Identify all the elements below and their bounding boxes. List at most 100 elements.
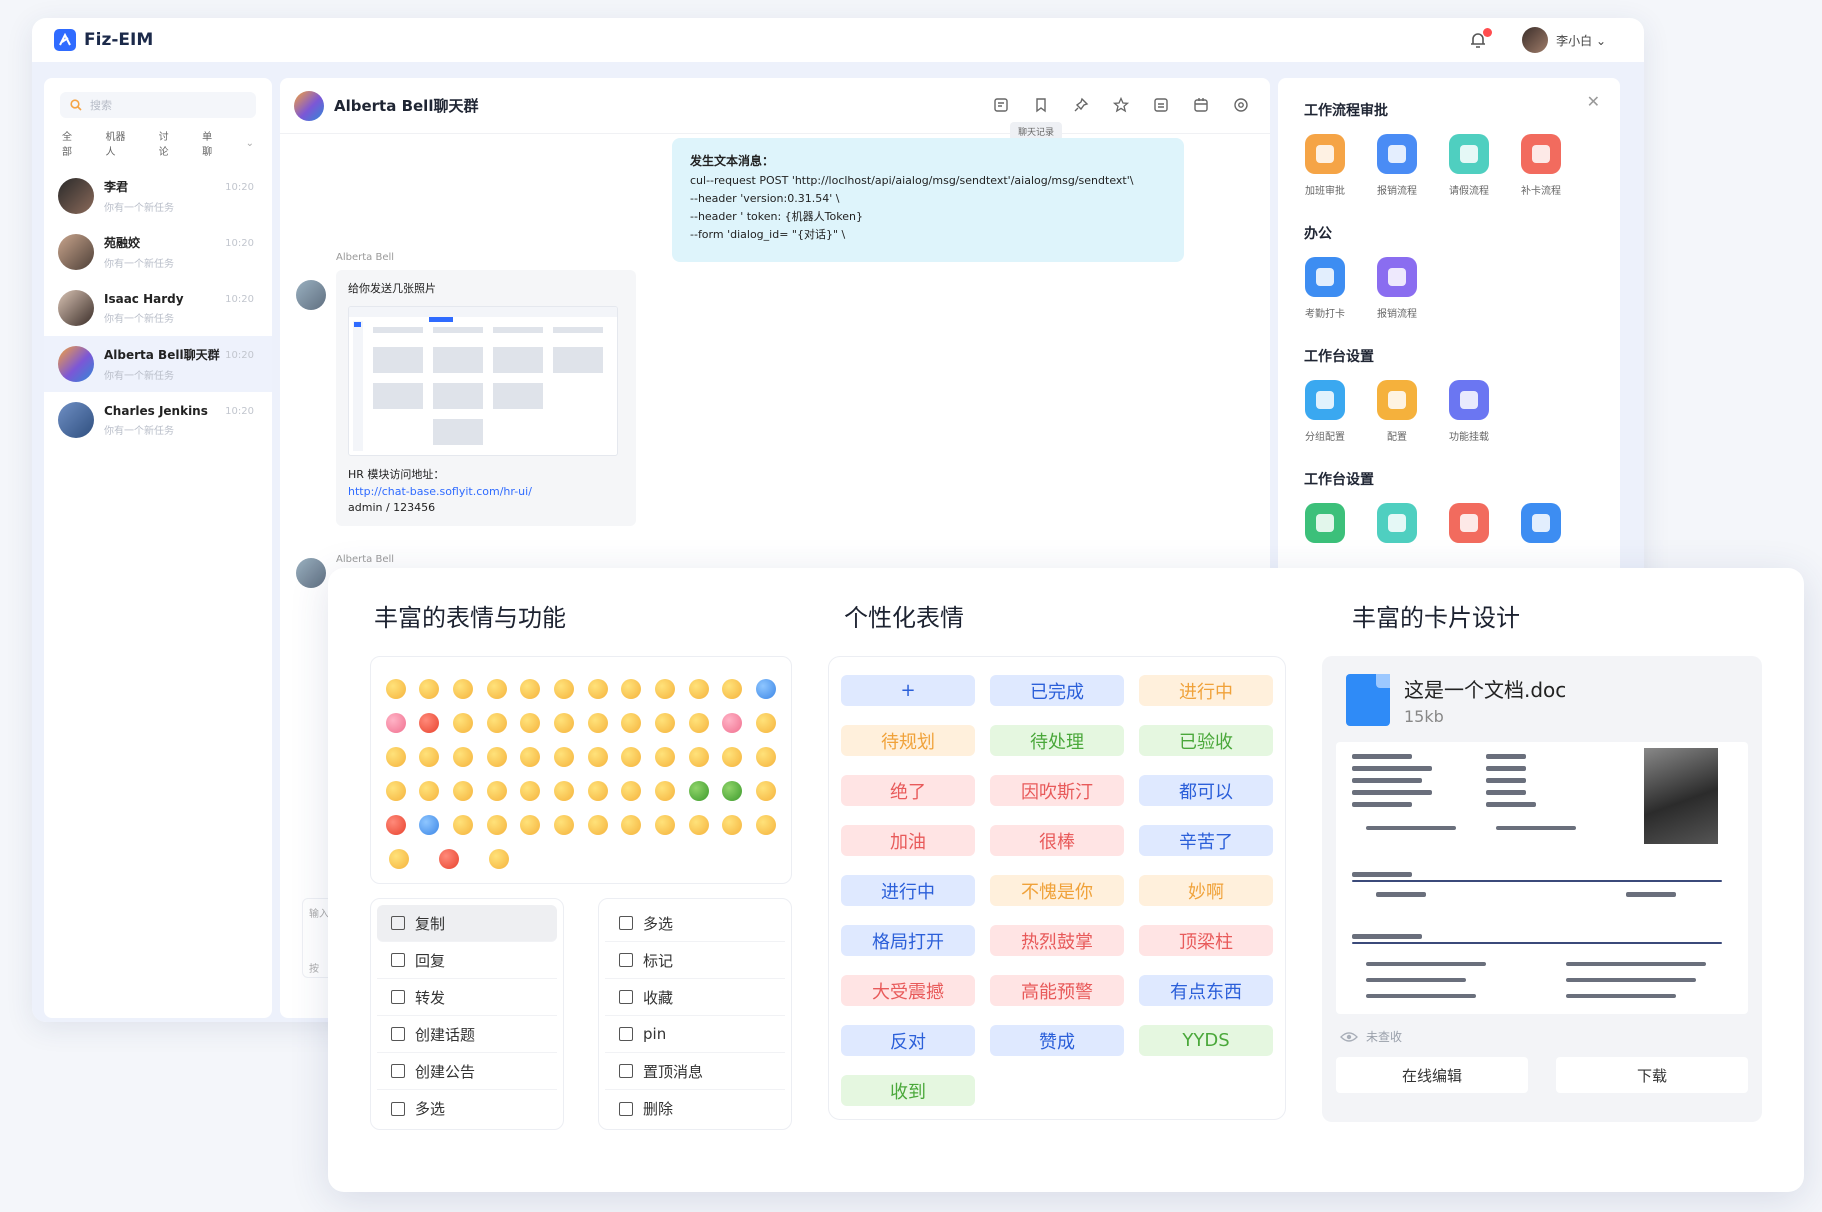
emoji[interactable]: [587, 815, 608, 835]
emoji[interactable]: [554, 679, 575, 699]
app-tile[interactable]: 请假流程: [1448, 134, 1490, 197]
menu-item-multiselect[interactable]: 多选: [377, 1090, 557, 1127]
notes-icon[interactable]: [1152, 96, 1170, 114]
reaction-tag[interactable]: 顶梁柱: [1139, 925, 1273, 956]
conversation-item-active[interactable]: Alberta Bell聊天群 你有一个新任务 10:20: [44, 336, 272, 392]
emoji[interactable]: [655, 815, 676, 835]
emoji[interactable]: [722, 713, 743, 733]
notification-bell-icon[interactable]: [1468, 28, 1493, 50]
app-tile[interactable]: 考勤打卡: [1304, 257, 1346, 320]
menu-item-reply[interactable]: 回复: [377, 942, 557, 979]
emoji[interactable]: [722, 781, 743, 801]
settings-icon[interactable]: [1232, 96, 1250, 114]
user-menu[interactable]: 李小白 ⌄: [1522, 27, 1606, 53]
emoji[interactable]: [621, 713, 642, 733]
reaction-tag[interactable]: 反对: [841, 1025, 975, 1056]
emoji[interactable]: [453, 713, 474, 733]
app-tile[interactable]: 配置: [1376, 380, 1418, 443]
bookmark-icon[interactable]: [1032, 96, 1050, 114]
emoji[interactable]: [520, 747, 541, 767]
search-input[interactable]: 搜索: [60, 92, 256, 118]
emoji[interactable]: [756, 747, 777, 767]
reaction-tag[interactable]: 待处理: [990, 725, 1124, 756]
app-tile[interactable]: 补卡流程: [1520, 134, 1562, 197]
emoji[interactable]: [419, 781, 440, 801]
emoji[interactable]: [655, 713, 676, 733]
emoji[interactable]: [419, 679, 440, 699]
reaction-tag[interactable]: 加油: [841, 825, 975, 856]
emoji[interactable]: [385, 781, 406, 801]
pin-icon[interactable]: [1072, 96, 1090, 114]
emoji[interactable]: [486, 781, 507, 801]
menu-item-create-topic[interactable]: 创建话题: [377, 1016, 557, 1053]
emoji[interactable]: [554, 815, 575, 835]
emoji[interactable]: [621, 747, 642, 767]
emoji[interactable]: [587, 679, 608, 699]
emoji[interactable]: [385, 747, 406, 767]
conversation-item[interactable]: 苑融姣 你有一个新任务 10:20: [44, 224, 272, 280]
emoji[interactable]: [688, 815, 709, 835]
emoji[interactable]: [722, 747, 743, 767]
menu-item-multiselect[interactable]: 多选: [605, 905, 785, 942]
emoji[interactable]: [389, 849, 409, 869]
conversation-item[interactable]: Isaac Hardy 你有一个新任务 10:20: [44, 280, 272, 336]
document-preview[interactable]: [1336, 742, 1748, 1014]
reaction-tag[interactable]: 辛苦了: [1139, 825, 1273, 856]
download-button[interactable]: 下载: [1556, 1057, 1748, 1093]
reaction-tag[interactable]: 赞成: [990, 1025, 1124, 1056]
tab-direct[interactable]: 单聊: [202, 128, 221, 158]
tab-all[interactable]: 全部: [62, 128, 81, 158]
emoji[interactable]: [520, 679, 541, 699]
emoji[interactable]: [439, 849, 459, 869]
emoji[interactable]: [486, 815, 507, 835]
emoji[interactable]: [621, 781, 642, 801]
emoji[interactable]: [756, 781, 777, 801]
app-tile[interactable]: [1520, 503, 1562, 543]
emoji[interactable]: [486, 679, 507, 699]
reaction-tag[interactable]: 绝了: [841, 775, 975, 806]
chat-history-icon[interactable]: [992, 96, 1010, 114]
reaction-tag[interactable]: 因吹斯汀: [990, 775, 1124, 806]
conversation-item[interactable]: 李君 你有一个新任务 10:20: [44, 168, 272, 224]
emoji[interactable]: [453, 781, 474, 801]
reaction-tag[interactable]: 很棒: [990, 825, 1124, 856]
screenshot-thumbnail[interactable]: [348, 306, 618, 456]
emoji[interactable]: [486, 747, 507, 767]
emoji[interactable]: [453, 815, 474, 835]
reaction-tag[interactable]: 已验收: [1139, 725, 1273, 756]
emoji[interactable]: [688, 679, 709, 699]
emoji[interactable]: [520, 781, 541, 801]
emoji[interactable]: [419, 815, 440, 835]
emoji[interactable]: [587, 713, 608, 733]
chevron-down-icon[interactable]: ⌄: [246, 138, 254, 149]
emoji[interactable]: [554, 713, 575, 733]
emoji[interactable]: [688, 781, 709, 801]
emoji[interactable]: [520, 713, 541, 733]
reaction-tag[interactable]: 进行中: [1139, 675, 1273, 706]
app-tile[interactable]: 报销流程: [1376, 134, 1418, 197]
emoji[interactable]: [621, 815, 642, 835]
conversation-item[interactable]: Charles Jenkins 你有一个新任务 10:20: [44, 392, 272, 448]
reaction-tag[interactable]: +: [841, 675, 975, 706]
tab-discussions[interactable]: 讨论: [159, 128, 178, 158]
emoji[interactable]: [587, 747, 608, 767]
emoji[interactable]: [688, 713, 709, 733]
emoji[interactable]: [756, 713, 777, 733]
app-tile[interactable]: 报销流程: [1376, 257, 1418, 320]
reaction-tag[interactable]: 热烈鼓掌: [990, 925, 1124, 956]
edit-online-button[interactable]: 在线编辑: [1336, 1057, 1528, 1093]
emoji[interactable]: [385, 679, 406, 699]
reaction-tag[interactable]: 都可以: [1139, 775, 1273, 806]
menu-item-mark[interactable]: 标记: [605, 942, 785, 979]
emoji[interactable]: [385, 815, 406, 835]
emoji[interactable]: [756, 679, 777, 699]
reaction-tag[interactable]: 待规划: [841, 725, 975, 756]
menu-item-delete[interactable]: 删除: [605, 1090, 785, 1127]
menu-item-create-announcement[interactable]: 创建公告: [377, 1053, 557, 1090]
emoji[interactable]: [385, 713, 406, 733]
emoji[interactable]: [554, 781, 575, 801]
menu-item-forward[interactable]: 转发: [377, 979, 557, 1016]
app-tile[interactable]: 功能挂载: [1448, 380, 1490, 443]
menu-item-pin[interactable]: pin: [605, 1016, 785, 1053]
emoji[interactable]: [453, 747, 474, 767]
